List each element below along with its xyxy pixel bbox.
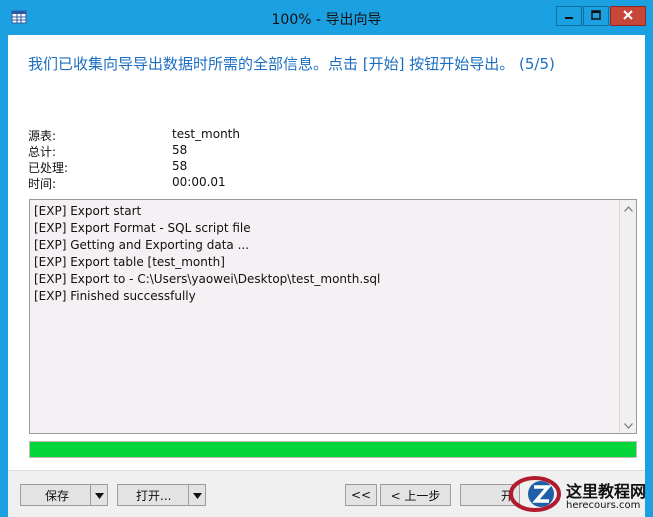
processed-label: 已处理: (28, 161, 69, 175)
minimize-button[interactable] (556, 6, 582, 26)
scroll-up-button[interactable] (620, 200, 636, 216)
total-label: 总计: (28, 145, 57, 159)
watermark: 这里教程网 herecours.com (504, 470, 653, 517)
previous-button[interactable]: < 上一步 (380, 484, 451, 506)
total-value: 58 (172, 143, 188, 157)
close-button[interactable] (610, 6, 646, 26)
source-label: 源表: (28, 129, 57, 143)
caret-down-icon (192, 488, 202, 502)
scroll-down-button[interactable] (620, 417, 636, 433)
first-page-button[interactable]: << (345, 484, 377, 506)
export-wizard-window: 100% - 导出向导 我们已收集向导导出数据时所需的全部信息。点击 [开始] … (0, 0, 653, 517)
source-value: test_month (172, 127, 240, 141)
close-icon (623, 9, 633, 23)
export-progress-bar (29, 441, 637, 458)
log-line: [EXP] Finished successfully (34, 289, 196, 303)
log-lines: [EXP] Export start [EXP] Export Format -… (34, 203, 380, 305)
watermark-title: 这里教程网 (566, 482, 647, 501)
watermark-url: herecours.com (566, 500, 641, 511)
processed-value: 58 (172, 159, 188, 173)
log-line: [EXP] Export to - C:\Users\yaowei\Deskto… (34, 272, 381, 286)
watermark-logo-icon (508, 474, 562, 517)
log-line: [EXP] Export table [test_month] (34, 255, 225, 269)
open-button[interactable]: 打开... (117, 484, 206, 506)
log-line: [EXP] Getting and Exporting data ... (34, 238, 250, 252)
title-bar[interactable]: 100% - 导出向导 (0, 0, 653, 35)
chevron-up-icon (623, 201, 633, 215)
export-log[interactable]: [EXP] Export start [EXP] Export Format -… (29, 199, 637, 434)
time-label: 时间: (28, 177, 57, 191)
log-scrollbar[interactable] (619, 200, 636, 433)
log-line: [EXP] Export start (34, 204, 142, 218)
time-value: 00:00.01 (172, 175, 226, 189)
save-button[interactable]: 保存 (20, 484, 108, 506)
progress-fill (30, 442, 636, 457)
wizard-headline: 我们已收集向导导出数据时所需的全部信息。点击 [开始] 按钮开始导出。 (5/5… (28, 55, 555, 73)
open-button-label: 打开... (136, 488, 172, 503)
open-dropdown-toggle[interactable] (188, 485, 205, 505)
save-dropdown-toggle[interactable] (90, 485, 107, 505)
chevron-down-icon (623, 418, 633, 432)
minimize-icon (564, 9, 574, 23)
maximize-button[interactable] (583, 6, 609, 26)
log-line: [EXP] Export Format - SQL script file (34, 221, 251, 235)
caret-down-icon (94, 488, 104, 502)
maximize-icon (591, 9, 601, 23)
save-button-label: 保存 (45, 488, 70, 503)
